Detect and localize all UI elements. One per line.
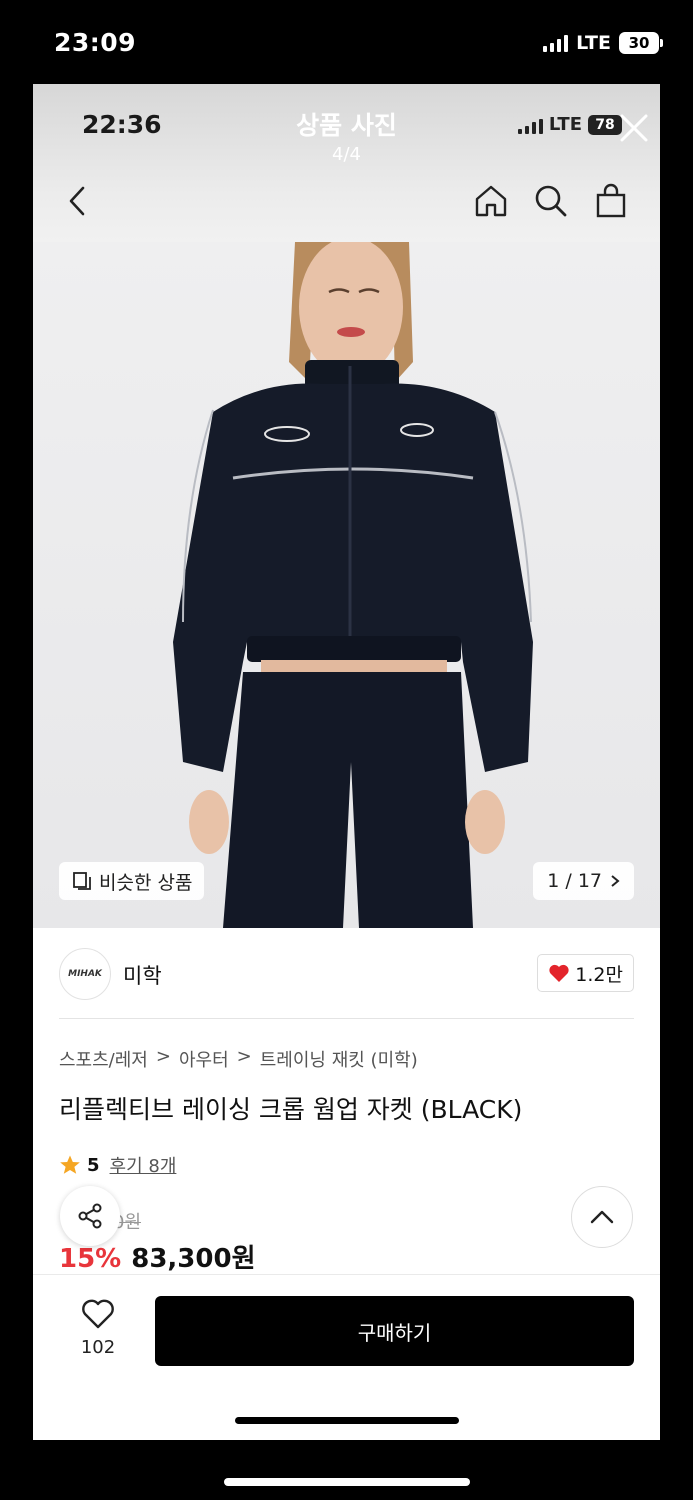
model-illustration bbox=[173, 242, 533, 928]
divider bbox=[59, 1018, 634, 1019]
image-page-indicator[interactable]: 1 / 17 bbox=[533, 862, 634, 900]
photo-viewer-header: 22:36 상품 사진 4/4 LTE 78 bbox=[33, 84, 660, 242]
heart-filled-icon bbox=[549, 964, 569, 982]
similar-products-button[interactable]: 비슷한 상품 bbox=[59, 862, 205, 900]
breadcrumb-item[interactable]: 스포츠/레저 bbox=[59, 1046, 148, 1072]
inner-home-indicator bbox=[235, 1417, 459, 1424]
bottom-purchase-bar: 102 구매하기 bbox=[33, 1274, 660, 1440]
search-icon[interactable] bbox=[532, 182, 570, 220]
close-icon[interactable] bbox=[614, 108, 654, 148]
breadcrumb-item[interactable]: 아우터 bbox=[179, 1046, 229, 1072]
signal-icon bbox=[543, 34, 569, 52]
product-title: 리플렉티브 레이싱 크롭 웜업 자켓 (BLACK) bbox=[59, 1095, 523, 1124]
brand-logo[interactable]: MIHAK bbox=[59, 948, 111, 1000]
bag-icon[interactable] bbox=[592, 182, 630, 220]
home-indicator[interactable] bbox=[224, 1478, 470, 1486]
breadcrumb: 스포츠/레저 > 아우터 > 트레이닝 재킷 (미학) bbox=[59, 1046, 418, 1072]
discount-rate: 15% bbox=[59, 1244, 122, 1274]
home-icon[interactable] bbox=[472, 182, 510, 220]
network-label: LTE bbox=[576, 32, 611, 54]
chevron-right-icon bbox=[611, 875, 620, 887]
device-status-icons: LTE 30 bbox=[543, 32, 663, 54]
brand-like-count: 1.2만 bbox=[575, 963, 623, 986]
breadcrumb-separator: > bbox=[236, 1046, 252, 1067]
buy-button[interactable]: 구매하기 bbox=[155, 1296, 634, 1366]
breadcrumb-item[interactable]: 트레이닝 재킷 (미학) bbox=[260, 1046, 418, 1072]
rating-score: 5 bbox=[87, 1154, 100, 1176]
inner-signal-icon bbox=[517, 116, 543, 134]
review-link[interactable]: 후기 8개 bbox=[110, 1152, 177, 1178]
brand-like-button[interactable]: 1.2만 bbox=[537, 954, 634, 992]
rating: 5 후기 8개 bbox=[59, 1152, 176, 1178]
inner-status-icons: LTE 78 bbox=[517, 114, 622, 135]
device-time: 23:09 bbox=[54, 28, 137, 57]
battery-icon: 30 bbox=[619, 32, 663, 54]
chevron-up-icon bbox=[590, 1210, 614, 1224]
brand-row: MIHAK 미학 1.2만 bbox=[33, 928, 660, 1020]
share-button[interactable] bbox=[60, 1186, 120, 1246]
heart-outline-icon bbox=[82, 1299, 114, 1329]
scroll-top-button[interactable] bbox=[571, 1186, 633, 1248]
screenshot-panel: 22:36 상품 사진 4/4 LTE 78 비슷한 상품 1 / 17 MIH… bbox=[33, 84, 660, 1440]
breadcrumb-separator: > bbox=[155, 1046, 171, 1067]
product-image[interactable]: 비슷한 상품 1 / 17 bbox=[33, 242, 660, 928]
header-actions bbox=[472, 182, 630, 220]
similar-products-label: 비슷한 상품 bbox=[99, 871, 193, 894]
star-icon bbox=[60, 1155, 80, 1174]
similar-icon bbox=[73, 872, 91, 890]
brand-name[interactable]: 미학 bbox=[123, 960, 162, 990]
wishlist-button[interactable]: 102 bbox=[71, 1299, 125, 1358]
viewer-counter: 4/4 bbox=[332, 144, 361, 165]
share-icon bbox=[78, 1203, 102, 1229]
page-indicator-label: 1 / 17 bbox=[547, 870, 602, 892]
wishlist-count: 102 bbox=[80, 1337, 116, 1358]
device-status-bar: 23:09 LTE 30 bbox=[0, 0, 693, 84]
inner-network-label: LTE bbox=[548, 114, 582, 135]
sale-price: 83,300원 bbox=[131, 1244, 256, 1274]
back-icon[interactable] bbox=[61, 182, 95, 220]
